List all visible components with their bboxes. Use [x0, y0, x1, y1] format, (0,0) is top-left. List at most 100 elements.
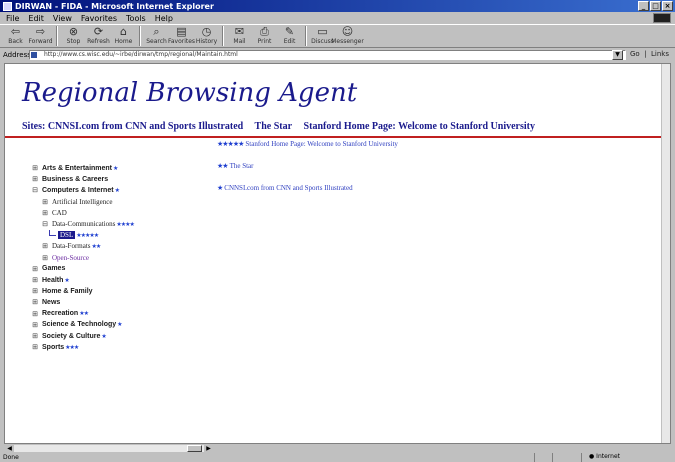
- tree-node[interactable]: ⊞ Artificial Intelligence: [42, 198, 112, 206]
- tree-node[interactable]: ⊞ Recreation ★★: [32, 310, 89, 318]
- tree-node-label[interactable]: DSL: [58, 231, 76, 240]
- expand-icon[interactable]: ⊞: [42, 198, 48, 206]
- tree-node-label[interactable]: Health: [42, 277, 63, 284]
- expand-icon[interactable]: ⊞: [32, 321, 38, 329]
- tree-node[interactable]: ⊞ CAD: [42, 209, 67, 217]
- menu-file[interactable]: File: [6, 14, 19, 23]
- expand-icon[interactable]: ⊞: [32, 343, 38, 351]
- rating-stars: ★: [217, 184, 223, 192]
- expand-icon[interactable]: ⊞: [32, 276, 38, 284]
- expand-icon[interactable]: ⊞: [32, 310, 38, 318]
- toolbar-label: Forward: [28, 38, 53, 45]
- expand-icon[interactable]: ⊞: [32, 298, 38, 306]
- toolbar-label: Home: [114, 38, 133, 45]
- status-bar: Done ● Internet: [0, 453, 675, 462]
- result-link[interactable]: CNNSI.com from CNN and Sports Illustrate…: [224, 184, 352, 192]
- tree-node[interactable]: ⊞ Business & Careers: [32, 175, 108, 184]
- tree-node-label[interactable]: Games: [42, 265, 65, 272]
- tree-node[interactable]: ⊞ Science & Technology ★: [32, 321, 123, 329]
- tree-node-label[interactable]: Science & Technology: [42, 321, 116, 328]
- link-the-star[interactable]: The Star: [255, 121, 293, 132]
- tree-node[interactable]: DSL ★★★★★: [49, 230, 99, 240]
- tree-node-label[interactable]: Sports: [42, 344, 64, 351]
- tree-node-label[interactable]: Data-Formats: [52, 242, 91, 250]
- tree-node[interactable]: ⊞ Open-Source: [42, 254, 89, 262]
- tree-node-label[interactable]: Home & Family: [42, 288, 93, 295]
- stop-button[interactable]: ⊗ Stop: [62, 25, 85, 47]
- link-cnnsi[interactable]: Sites: CNNSI.com from CNN and Sports Ill…: [22, 121, 243, 132]
- tree-node-label[interactable]: Society & Culture: [42, 333, 100, 340]
- collapse-icon[interactable]: ⊟: [42, 220, 48, 228]
- tree-node[interactable]: ⊟ Data-Communications ★★★★: [42, 220, 135, 228]
- tree-node-label[interactable]: Recreation: [42, 310, 78, 317]
- tree-node[interactable]: ⊞ Society & Culture ★: [32, 332, 107, 341]
- expand-icon[interactable]: ⊞: [32, 287, 38, 295]
- collapse-icon[interactable]: ⊟: [32, 186, 38, 194]
- expand-icon[interactable]: ⊞: [42, 209, 48, 217]
- search-button[interactable]: ⌕ Search: [145, 25, 168, 47]
- tree-node[interactable]: ⊞ Arts & Entertainment ★: [32, 164, 118, 173]
- menu-help[interactable]: Help: [155, 14, 173, 23]
- tree-node-label[interactable]: Arts & Entertainment: [42, 165, 112, 172]
- print-button[interactable]: ⎙ Print: [253, 25, 276, 47]
- status-pane: [552, 453, 553, 462]
- expand-icon[interactable]: ⊞: [32, 175, 38, 183]
- back-button[interactable]: ⇦ Back: [4, 25, 27, 47]
- history-icon: ◷: [201, 25, 212, 38]
- minimize-icon[interactable]: _: [638, 1, 649, 11]
- expand-icon[interactable]: ⊞: [42, 242, 48, 250]
- result-link[interactable]: Stanford Home Page: Welcome to Stanford …: [245, 140, 398, 148]
- zone-indicator: ● Internet: [581, 453, 671, 462]
- link-stanford[interactable]: Stanford Home Page: Welcome to Stanford …: [304, 121, 535, 132]
- vertical-scrollbar[interactable]: [661, 64, 670, 443]
- tree-node-label[interactable]: Data-Communications: [52, 220, 115, 228]
- edit-button[interactable]: ✎ Edit: [278, 25, 301, 47]
- tree-node[interactable]: ⊞ News: [32, 298, 60, 307]
- tree-node[interactable]: ⊟ Computers & Internet ★: [32, 186, 120, 195]
- messenger-icon: ☺: [341, 25, 354, 38]
- address-input[interactable]: http://www.cs.wisc.edu/~irbe/dirwan/tmp/…: [29, 50, 626, 60]
- messenger-button[interactable]: ☺ Messenger: [331, 25, 364, 47]
- refresh-button[interactable]: ⟳ Refresh: [87, 25, 110, 47]
- result-link[interactable]: The Star: [230, 162, 254, 170]
- tree-node[interactable]: ⊞ Sports ★★★: [32, 343, 79, 352]
- tree-node-label[interactable]: Artificial Intelligence: [52, 198, 112, 206]
- menu-edit[interactable]: Edit: [28, 14, 44, 23]
- horizontal-scrollbar[interactable]: ◀ ▶: [4, 444, 214, 453]
- close-icon[interactable]: ×: [662, 1, 673, 11]
- tree-node[interactable]: ⊞ Health ★: [32, 276, 70, 285]
- result-item[interactable]: ★★ The Star: [217, 162, 253, 170]
- expand-icon[interactable]: ⊞: [32, 265, 38, 273]
- scroll-thumb[interactable]: [187, 445, 202, 452]
- menu-tools[interactable]: Tools: [126, 14, 146, 23]
- menu-view[interactable]: View: [53, 14, 72, 23]
- tree-node[interactable]: ⊞ Games: [32, 265, 65, 273]
- result-item[interactable]: ★ CNNSI.com from CNN and Sports Illustrat…: [217, 184, 353, 192]
- tree-node-label[interactable]: Open-Source: [52, 254, 89, 262]
- tree-node-label[interactable]: News: [42, 299, 60, 306]
- home-button[interactable]: ⌂ Home: [112, 25, 135, 47]
- mail-button[interactable]: ✉ Mail: [228, 25, 251, 47]
- tree-node[interactable]: ⊞ Home & Family: [32, 287, 93, 296]
- history-button[interactable]: ◷ History: [195, 25, 218, 47]
- chevron-down-icon[interactable]: ▼: [612, 50, 623, 60]
- tree-node-label[interactable]: CAD: [52, 209, 67, 217]
- divider: [5, 136, 663, 138]
- status-text: Done: [3, 454, 19, 461]
- maximize-icon[interactable]: □: [650, 1, 661, 11]
- tree-node[interactable]: ⊞ Data-Formats ★★: [42, 242, 101, 250]
- expand-icon[interactable]: ⊞: [32, 332, 38, 340]
- menu-favorites[interactable]: Favorites: [81, 14, 117, 23]
- expand-icon[interactable]: ⊞: [42, 254, 48, 262]
- scroll-right-icon[interactable]: ▶: [204, 445, 213, 452]
- home-icon: ⌂: [120, 25, 127, 38]
- scroll-left-icon[interactable]: ◀: [5, 445, 14, 452]
- links-button[interactable]: Links: [651, 50, 669, 58]
- tree-node-label[interactable]: Business & Careers: [42, 176, 108, 183]
- result-item[interactable]: ★★★★★ Stanford Home Page: Welcome to Stan…: [217, 140, 398, 148]
- forward-button[interactable]: ⇨ Forward: [28, 25, 53, 47]
- tree-node-label[interactable]: Computers & Internet: [42, 187, 114, 194]
- go-button[interactable]: Go: [630, 50, 640, 58]
- expand-icon[interactable]: ⊞: [32, 164, 38, 172]
- favorites-button[interactable]: ▤ Favorites: [168, 25, 195, 47]
